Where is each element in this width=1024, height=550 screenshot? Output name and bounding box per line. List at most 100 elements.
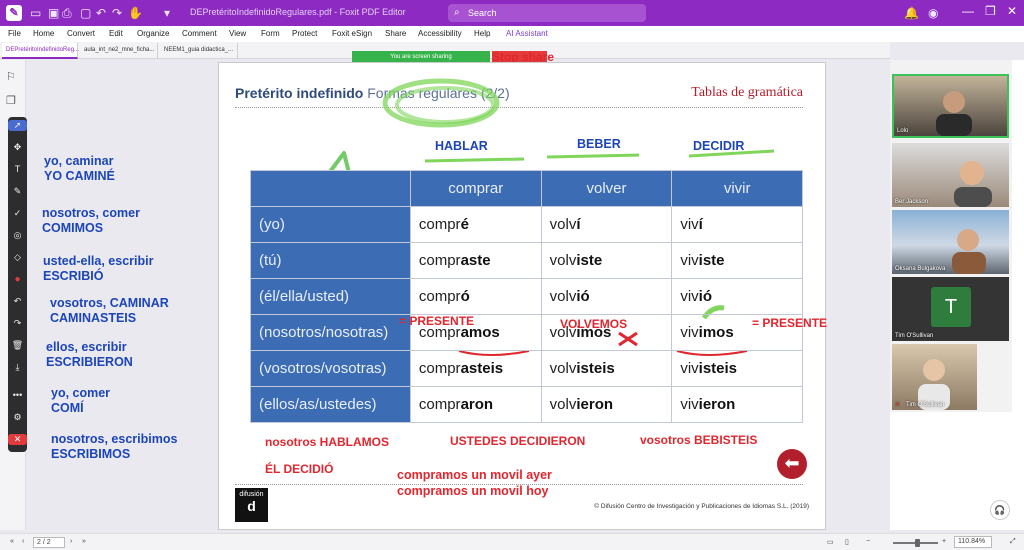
menu-form[interactable]: Form — [261, 29, 280, 38]
conjugation-cell: viví — [671, 206, 803, 243]
mic-muted-icon: ✕ — [895, 402, 901, 408]
verb-ending: aron — [460, 396, 494, 413]
trash-icon[interactable]: 🗑 — [8, 340, 27, 351]
redo-icon[interactable]: ↷ — [112, 6, 122, 20]
settings-icon[interactable]: ⚙ — [8, 412, 27, 423]
search-input[interactable]: ⌕ Search — [448, 4, 646, 22]
pages-icon[interactable]: ❐ — [6, 94, 16, 107]
fit-page-icon[interactable]: ▯ — [845, 538, 849, 546]
redo-annotation-icon[interactable]: ↷ — [8, 318, 27, 329]
prev-page-icon[interactable]: ‹ — [22, 538, 24, 545]
undo-icon[interactable]: ↶ — [96, 6, 106, 20]
menu-view[interactable]: View — [229, 29, 246, 38]
verb-stem: viv — [680, 324, 699, 341]
person-silhouette — [936, 91, 972, 136]
tab-document-2[interactable]: aula_int_ne2_mne_ficha... — [80, 43, 158, 59]
spotlight-tool-icon[interactable]: ◎ — [8, 230, 27, 241]
undo-annotation-icon[interactable]: ↶ — [8, 296, 27, 307]
tab-document-1[interactable]: DEPretéritoIndefinidoReg... — [2, 43, 79, 59]
participant-video-tim[interactable]: T Tim O'Sullivan — [892, 277, 1009, 341]
avatar: T — [931, 287, 971, 327]
verb-stem: compr — [418, 396, 461, 413]
menu-file[interactable]: File — [8, 29, 21, 38]
verb-ending: ieron — [698, 396, 736, 413]
headset-icon[interactable]: 🎧 — [990, 500, 1010, 520]
account-icon[interactable]: ◉ — [928, 6, 938, 20]
verb-stem: viv — [680, 252, 699, 269]
text-tool-icon[interactable]: T — [8, 164, 27, 174]
menu-share[interactable]: Share — [385, 29, 406, 38]
verb-ending: í — [576, 216, 581, 233]
menu-convert[interactable]: Convert — [67, 29, 95, 38]
back-arrow-button[interactable]: ⬅ — [777, 449, 807, 479]
note-hablamos: nosotros HABLAMOS — [265, 435, 389, 449]
verb-stem: viv — [680, 216, 699, 233]
view-mode-icon[interactable]: ▭ — [827, 538, 834, 546]
notification-icon[interactable]: 🔔 — [904, 6, 919, 20]
open-folder-icon[interactable]: ▭ — [30, 6, 41, 20]
record-icon[interactable]: ● — [8, 274, 27, 285]
first-page-icon[interactable]: « — [10, 538, 14, 545]
bookmark-icon[interactable]: ⚐ — [6, 70, 16, 83]
close-button[interactable]: ✕ — [1007, 4, 1017, 18]
page-number-input[interactable]: 2 / 2 — [33, 537, 65, 548]
save-icon[interactable]: ▣ — [48, 6, 59, 20]
verb-ending: iste — [576, 252, 603, 269]
more-icon[interactable]: ▾ — [164, 6, 170, 20]
hand-tool-icon[interactable]: ✋ — [128, 6, 143, 20]
menu-protect[interactable]: Protect — [292, 29, 317, 38]
tab-document-3[interactable]: NEEM1_guia didactica_... — [160, 43, 238, 59]
zoom-out-icon[interactable]: − — [866, 538, 870, 545]
person-silhouette — [954, 161, 992, 207]
note-presente-right: = PRESENTE — [752, 316, 828, 330]
close-toolbar-icon[interactable]: ✕ — [8, 434, 27, 445]
note-6: yo, comer COMÍ — [51, 386, 111, 415]
person-cell: (él/ella/usted) — [250, 278, 411, 315]
minimize-button[interactable]: — — [962, 4, 974, 18]
menu-ai-assistant[interactable]: AI Assistant — [506, 29, 548, 38]
next-page-icon[interactable]: › — [70, 538, 72, 545]
menu-edit[interactable]: Edit — [109, 29, 123, 38]
person-cell: (yo) — [250, 206, 411, 243]
verb-head-hablar: HABLAR — [435, 139, 488, 153]
menu-home[interactable]: Home — [33, 29, 54, 38]
menu-accessibility[interactable]: Accessibility — [418, 29, 462, 38]
table-row: (él/ella/usted) compró volvió vivió — [250, 278, 803, 315]
footer-divider — [235, 484, 803, 485]
table-row: (vosotros/vosotras) comprasteis volvisteis… — [250, 350, 803, 387]
verb-stem: volv — [549, 396, 577, 413]
select-tool-icon[interactable]: ➚ — [8, 120, 27, 131]
conjugation-cell: volvisteis — [540, 350, 673, 387]
fullscreen-icon[interactable]: ⤢ — [1010, 538, 1016, 546]
pen-tool-icon[interactable]: ✎ — [8, 186, 27, 197]
zoom-value[interactable]: 110.84% — [954, 536, 992, 548]
check-tool-icon[interactable]: ✓ — [8, 208, 27, 219]
participant-video-oksana[interactable]: Oksana Bulgakova — [892, 210, 1009, 274]
zoom-in-icon[interactable]: + — [942, 538, 946, 545]
eraser-tool-icon[interactable]: ◇ — [8, 252, 27, 263]
last-page-icon[interactable]: » — [82, 538, 86, 545]
menu-comment[interactable]: Comment — [182, 29, 217, 38]
conjugation-cell: vivisteis — [671, 350, 803, 387]
participant-video-ber[interactable]: Ber Jackson — [892, 143, 1009, 207]
verb-ending: iste — [698, 252, 725, 269]
note-4: vosotros, CAMINAR CAMINASTEIS — [50, 296, 169, 325]
person-silhouette — [952, 229, 986, 274]
verb-stem: volv — [549, 252, 577, 269]
new-doc-icon[interactable]: ▢ — [80, 6, 91, 20]
note-decidio: ÉL DECIDIÓ — [265, 462, 334, 476]
participant-video-lolo[interactable]: Lolo — [892, 74, 1009, 138]
download-icon[interactable]: ⤓ — [8, 362, 27, 373]
print-icon[interactable]: ⎙ — [62, 6, 72, 21]
note-2: nosotros, comer COMIMOS — [42, 206, 140, 235]
restore-button[interactable]: ❐ — [985, 4, 996, 18]
more-options-icon[interactable]: ••• — [8, 390, 27, 400]
menu-help[interactable]: Help — [474, 29, 490, 38]
menu-organize[interactable]: Organize — [137, 29, 169, 38]
column-header: comprar — [409, 170, 542, 207]
note-3: usted-ella, escribir ESCRIBIÓ — [43, 254, 154, 283]
menu-esign[interactable]: Foxit eSign — [332, 29, 372, 38]
participant-video-tim-self[interactable]: ✕ Tim O'Sullivan — [892, 344, 977, 410]
move-tool-icon[interactable]: ✥ — [8, 142, 27, 153]
zoom-slider[interactable] — [893, 539, 938, 547]
